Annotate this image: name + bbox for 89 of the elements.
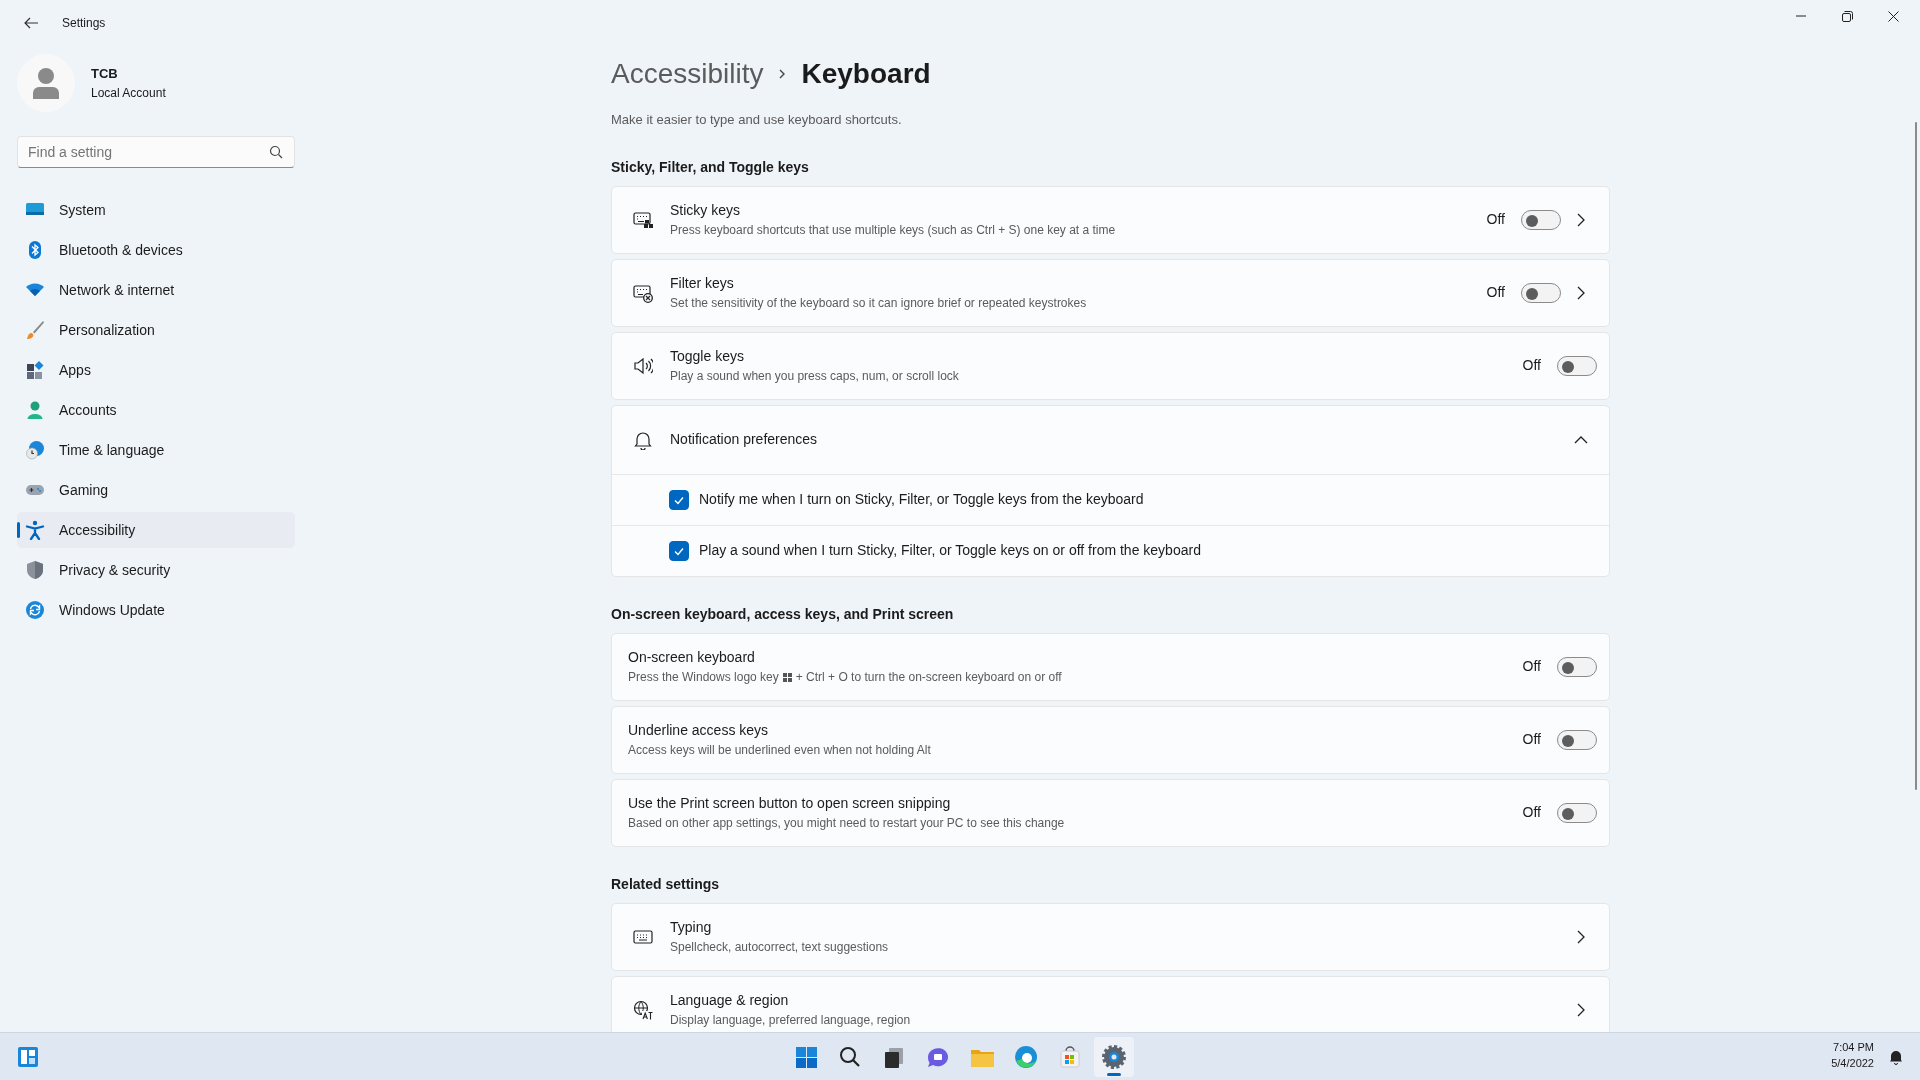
- sidebar-item[interactable]: Time & language: [17, 432, 295, 468]
- page-title: Keyboard: [801, 57, 931, 91]
- toggle-switch[interactable]: [1557, 802, 1597, 823]
- sidebar-item[interactable]: Network & internet: [17, 272, 295, 308]
- close-icon: [1887, 10, 1899, 22]
- sidebar-item[interactable]: Personalization: [17, 312, 295, 348]
- checkbox[interactable]: [669, 540, 689, 561]
- page-description: Make it easier to type and use keyboard shortcuts.: [611, 111, 903, 129]
- toggle-switch[interactable]: [1557, 355, 1597, 376]
- search-field[interactable]: Find a setting: [17, 136, 295, 168]
- account-name: TCB: [91, 65, 119, 84]
- setting-title: Language & region: [670, 991, 790, 1010]
- setting-title: Toggle keys: [670, 347, 745, 366]
- setting-title: On-screen keyboard: [628, 648, 756, 667]
- chevron-right-icon: [1577, 285, 1585, 300]
- keyboard-icon: [633, 209, 653, 230]
- shield-icon: [25, 560, 45, 580]
- clock-time: 7:04 PM: [1832, 1040, 1874, 1055]
- toggle-state-label: Off: [1486, 283, 1505, 302]
- toggle-switch[interactable]: [1557, 656, 1597, 677]
- setting-description: Press the Windows logo key: [628, 669, 779, 686]
- setting-description: Display language, preferred language, region: [670, 1012, 912, 1029]
- toggle-state-label: Off: [1486, 210, 1505, 229]
- breadcrumb-link[interactable]: Accessibility: [611, 54, 764, 94]
- checkbox-label: Play a sound when I turn Sticky, Filter, or Toggle keys on or off from the keyboard: [699, 541, 1201, 560]
- speaker-icon: [633, 355, 653, 376]
- setting-description: Press keyboard shortcuts that use multiple keys (such as Ctrl + S) one key at a time: [670, 222, 1117, 239]
- toggle-state-label: Off: [1522, 356, 1541, 375]
- sidebar-item[interactable]: Privacy & security: [17, 552, 295, 588]
- keyboard-icon: [633, 282, 653, 303]
- sidebar-item[interactable]: Accessibility: [17, 512, 295, 548]
- gear-icon: [1100, 1043, 1128, 1071]
- setting-title: Typing: [670, 918, 713, 937]
- chevron-right-icon: [1577, 212, 1585, 227]
- section-heading: Sticky, Filter, and Toggle keys: [611, 157, 810, 177]
- setting-card[interactable]: Typing Spellcheck, autocorrect, text suggestions: [611, 902, 1610, 971]
- account-type: Local Account: [91, 84, 166, 102]
- sidebar-item[interactable]: Apps: [17, 352, 295, 388]
- person-icon: [25, 400, 45, 420]
- sidebar-item[interactable]: Windows Update: [17, 592, 295, 628]
- toggle-switch[interactable]: [1521, 282, 1561, 303]
- restore-icon: [1841, 10, 1853, 22]
- clock-date: 5/4/2022: [1831, 1056, 1874, 1071]
- chevron-right-icon: [779, 69, 786, 79]
- bell-icon: [1888, 1049, 1904, 1065]
- sidebar-item[interactable]: Accounts: [17, 392, 295, 428]
- scrollbar[interactable]: [1915, 122, 1917, 790]
- expander-title: Notification preferences: [670, 430, 819, 449]
- sidebar-item[interactable]: Gaming: [17, 472, 295, 508]
- globe-letters-icon: [633, 999, 653, 1020]
- chevron-up-icon: [1574, 435, 1588, 444]
- globe-clock-icon: [25, 440, 45, 460]
- sidebar-item[interactable]: System: [17, 192, 295, 228]
- setting-title: Filter keys: [670, 274, 735, 293]
- setting-card[interactable]: Language & region Display language, preferred language, region: [611, 975, 1610, 1032]
- toggle-state-label: Off: [1522, 657, 1541, 676]
- minimize-icon: [1796, 15, 1806, 17]
- window-title: Settings: [62, 15, 106, 32]
- browser-icon: [1012, 1043, 1040, 1071]
- setting-title: Underline access keys: [628, 721, 770, 740]
- accessibility-icon: [25, 520, 45, 540]
- chevron-right-icon: [1577, 929, 1585, 944]
- checkbox[interactable]: [669, 489, 689, 510]
- person-silhouette-icon: [32, 67, 60, 99]
- bell-icon: [633, 429, 653, 450]
- setting-title: Sticky keys: [670, 201, 741, 220]
- setting-description: Spellcheck, autocorrect, text suggestions: [670, 939, 890, 956]
- chevron-right-icon: [1577, 1002, 1585, 1017]
- checkbox-label: Notify me when I turn on Sticky, Filter, or Toggle keys from the keyboard: [699, 490, 1144, 509]
- setting-description: Access keys will be underlined even when not holding Alt: [628, 742, 932, 759]
- sidebar-item[interactable]: Bluetooth & devices: [17, 232, 295, 268]
- back-arrow-icon: [23, 15, 39, 31]
- toggle-state-label: Off: [1522, 803, 1541, 822]
- setting-description: Play a sound when you press caps, num, or scroll lock: [670, 368, 960, 385]
- setting-description: + Ctrl + O to turn the on-screen keyboard on or off: [795, 669, 1062, 686]
- section-heading: Related settings: [611, 874, 721, 894]
- toggle-state-label: Off: [1522, 730, 1541, 749]
- setting-description: Based on other app settings, you might need to restart your PC to see this change: [628, 815, 1066, 832]
- widgets-icon: [17, 1045, 39, 1068]
- toggle-switch[interactable]: [1557, 729, 1597, 750]
- sync-icon: [25, 600, 45, 620]
- search-icon: [269, 145, 283, 159]
- setting-description: Set the sensitivity of the keyboard so it can ignore brief or repeated keystrokes: [670, 295, 1088, 312]
- paintbrush-icon: [25, 320, 45, 340]
- windows-logo-icon: [782, 672, 792, 682]
- apps-icon: [25, 360, 45, 380]
- setting-title: Use the Print screen button to open screen snipping: [628, 794, 952, 813]
- toggle-switch[interactable]: [1521, 209, 1561, 230]
- section-heading: On-screen keyboard, access keys, and Print screen: [611, 604, 955, 624]
